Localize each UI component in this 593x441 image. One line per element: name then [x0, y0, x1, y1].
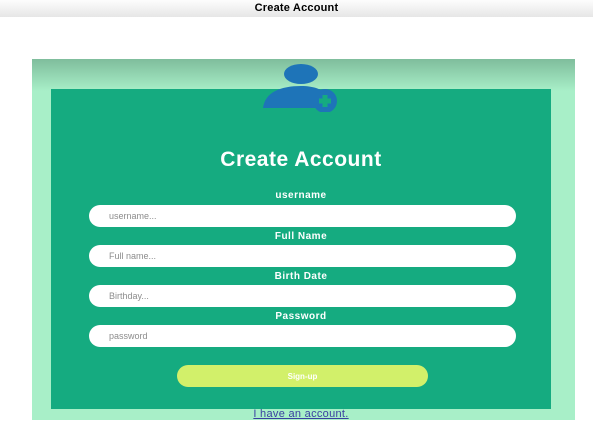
signup-panel: Create Account username Full Name Birth … [32, 59, 575, 420]
password-label: Password [275, 311, 327, 322]
add-user-icon [263, 64, 337, 112]
form-heading: Create Account [220, 148, 382, 171]
full-name-input[interactable] [89, 245, 516, 267]
username-label: username [275, 190, 327, 201]
signup-button[interactable]: Sign-up [177, 365, 428, 387]
full-name-label: Full Name [274, 231, 328, 242]
username-input[interactable] [89, 205, 516, 227]
signup-card: Create Account username Full Name Birth … [51, 89, 551, 420]
window-title: Create Account [0, 0, 593, 17]
have-account-link[interactable]: I have an account. [51, 408, 551, 420]
password-input[interactable] [89, 325, 516, 347]
birth-date-input[interactable] [89, 285, 516, 307]
birth-date-label: Birth Date [274, 271, 328, 282]
